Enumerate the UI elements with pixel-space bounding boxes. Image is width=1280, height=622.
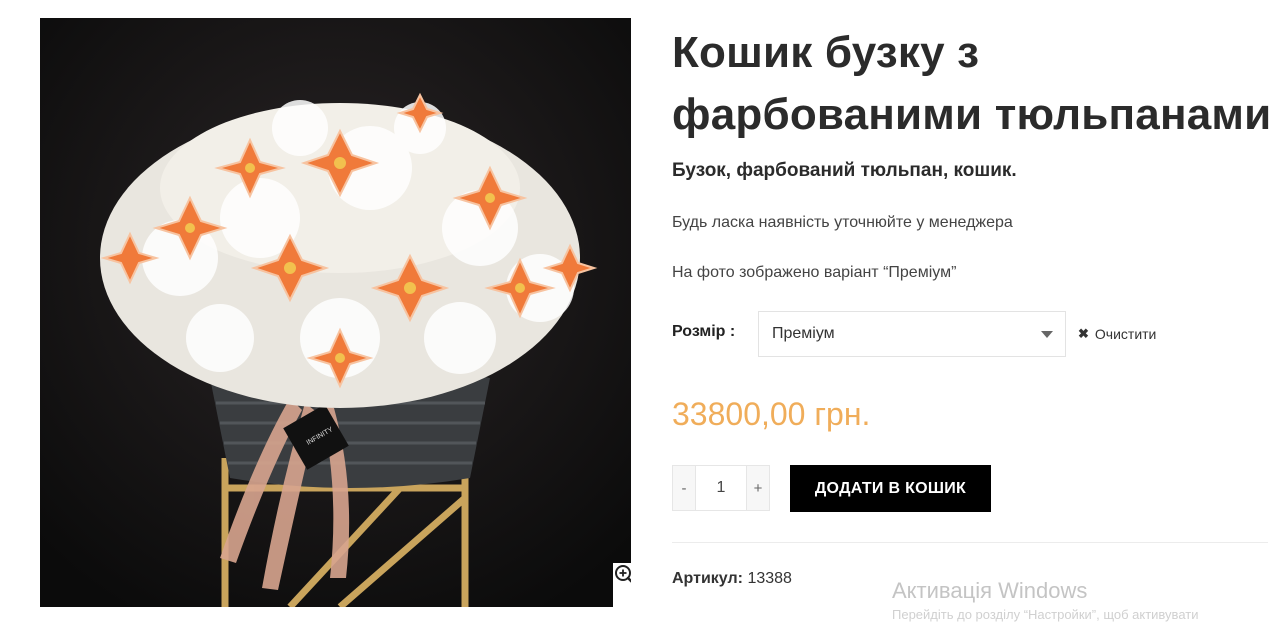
windows-activation-subtitle: Перейдіть до розділу “Настройки”, щоб ак… <box>892 607 1199 622</box>
product-title: Кошик бузку з фарбованими тюльпанами <box>672 28 1272 139</box>
qty-increase-button[interactable]: + <box>747 466 769 510</box>
availability-note: Будь ласка наявність уточнюйте у менедже… <box>672 214 1013 231</box>
close-icon: ✖ <box>1078 326 1089 341</box>
size-select[interactable]: Преміум <box>758 311 1066 357</box>
size-selected-value: Преміум <box>772 325 835 342</box>
flower-basket-illustration: INFINITY <box>40 18 631 607</box>
zoom-button[interactable] <box>613 563 631 607</box>
add-to-cart-button[interactable]: ДОДАТИ В КОШИК <box>790 465 991 512</box>
clear-label: Очистити <box>1094 326 1157 342</box>
photo-variant-note: На фото зображено варіант “Преміум” <box>672 264 957 281</box>
divider <box>672 542 1268 543</box>
quantity-stepper: - 1 + <box>672 465 770 511</box>
size-label-text: Розмір <box>672 323 726 340</box>
sku-value: 13388 <box>747 570 792 587</box>
sku-label: Артикул: <box>672 570 743 587</box>
clear-selection-link[interactable]: ✖ Очистити <box>1078 326 1156 342</box>
size-label: Розмір : <box>672 323 736 340</box>
sku: Артикул: 13388 <box>672 570 792 588</box>
zoom-in-icon <box>615 565 631 583</box>
product-price: 33800,00 грн. <box>672 396 871 432</box>
windows-activation-title: Активація Windows <box>892 578 1088 603</box>
product-image[interactable]: INFINITY <box>40 18 631 607</box>
qty-decrease-button[interactable]: - <box>673 466 695 510</box>
product-subtitle: Бузок, фарбований тюльпан, кошик. <box>672 160 1017 181</box>
chevron-down-icon <box>1041 331 1053 338</box>
qty-input[interactable]: 1 <box>695 466 747 510</box>
